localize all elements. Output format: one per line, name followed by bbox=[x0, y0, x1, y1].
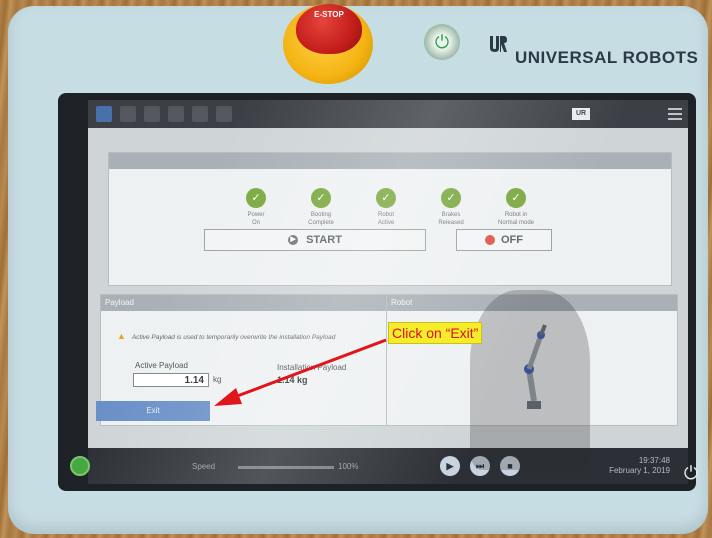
payload-warning: ▲ Active Payload is used to temporarily o… bbox=[117, 331, 335, 341]
active-payload-label: Active Payload bbox=[135, 361, 188, 370]
installation-payload-unit: kg bbox=[297, 375, 308, 385]
check-icon: ✓ bbox=[376, 188, 396, 208]
move-tab-icon[interactable] bbox=[168, 106, 184, 122]
step-normal-mode: ✓ Robot in Normal mode bbox=[486, 188, 546, 227]
speed-slider[interactable] bbox=[238, 466, 334, 469]
annotation-callout: Click on “Exit” bbox=[388, 322, 483, 344]
step-brakes-released: ✓ Brakes Released bbox=[421, 188, 481, 227]
clock: 19:37:48 February 1, 2019 bbox=[600, 456, 670, 476]
check-icon: ✓ bbox=[311, 188, 331, 208]
log-tab-icon[interactable] bbox=[216, 106, 232, 122]
estop-label: E-STOP bbox=[314, 10, 344, 19]
start-button[interactable]: ▶ START bbox=[204, 229, 426, 251]
initialize-panel-header bbox=[109, 153, 671, 169]
clock-time: 19:37:48 bbox=[638, 456, 670, 465]
exit-button[interactable]: Exit bbox=[96, 401, 210, 421]
step-power-on: ✓ Power On bbox=[226, 188, 286, 227]
power-icon: ⏻ bbox=[434, 32, 450, 52]
run-tab-icon[interactable] bbox=[96, 106, 112, 122]
red-dot-icon bbox=[485, 235, 495, 246]
step-label-line2: Complete bbox=[308, 220, 334, 226]
step-booting-complete: ✓ Booting Complete bbox=[291, 188, 351, 227]
step-label-line1: Brakes bbox=[441, 212, 461, 218]
speed-value: 100% bbox=[338, 462, 359, 471]
step-label-line2: Released bbox=[438, 220, 464, 226]
installation-tab-icon[interactable] bbox=[144, 106, 160, 122]
clock-date: February 1, 2019 bbox=[609, 466, 670, 475]
check-icon: ✓ bbox=[441, 188, 461, 208]
active-payload-unit: kg bbox=[213, 375, 222, 384]
hand-shadow bbox=[470, 290, 590, 470]
step-label-line1: Robot in bbox=[504, 212, 528, 218]
shutdown-icon[interactable]: ⏻ bbox=[680, 462, 702, 484]
check-icon: ✓ bbox=[506, 188, 526, 208]
bottom-bar: Speed 100% ▶ ⏭ ■ 19:37:48 February 1, 20… bbox=[88, 448, 688, 484]
io-tab-icon[interactable] bbox=[192, 106, 208, 122]
step-label-line2: On bbox=[251, 220, 260, 226]
brand-wordmark: UNIVERSAL ROBOTS bbox=[515, 48, 699, 67]
step-label-line2: Active bbox=[377, 220, 395, 226]
program-tab-icon[interactable] bbox=[120, 106, 136, 122]
off-button[interactable]: OFF bbox=[456, 229, 552, 251]
start-label: START bbox=[306, 234, 342, 246]
ur-badge: UR bbox=[572, 108, 590, 120]
speed-label: Speed bbox=[192, 462, 216, 471]
step-label-line1: Robot bbox=[377, 212, 394, 218]
play-button[interactable]: ▶ bbox=[440, 456, 460, 476]
warning-icon: ▲ bbox=[117, 331, 126, 341]
payload-warning-text: Active Payload is used to temporarily ov… bbox=[131, 334, 336, 341]
step-label-line1: Booting bbox=[310, 212, 332, 218]
off-label: OFF bbox=[501, 234, 523, 246]
menu-icon[interactable] bbox=[668, 108, 682, 120]
ur-logo-icon bbox=[490, 36, 507, 52]
robot-status-indicator[interactable] bbox=[70, 456, 90, 476]
play-icon: ▶ bbox=[288, 235, 299, 246]
payload-title: Payload bbox=[101, 295, 386, 311]
check-icon: ✓ bbox=[246, 188, 266, 208]
installation-payload-value: 1.14 kg bbox=[277, 375, 308, 385]
touch-screen: UR ✓ Power On ✓ Booting Complete ✓ Robot Ac… bbox=[88, 100, 688, 484]
step-label-line2: Normal mode bbox=[497, 220, 534, 226]
step-label-line1: Power bbox=[247, 212, 265, 218]
step-robot-active: ✓ Robot Active bbox=[356, 188, 416, 227]
installation-payload-number: 1.14 bbox=[277, 375, 295, 385]
top-bar: UR bbox=[88, 100, 688, 128]
installation-payload-label: Installation Payload bbox=[277, 363, 347, 372]
hardware-power-button[interactable]: ⏻ bbox=[424, 24, 460, 60]
active-payload-field[interactable]: 1.14 bbox=[133, 373, 209, 387]
